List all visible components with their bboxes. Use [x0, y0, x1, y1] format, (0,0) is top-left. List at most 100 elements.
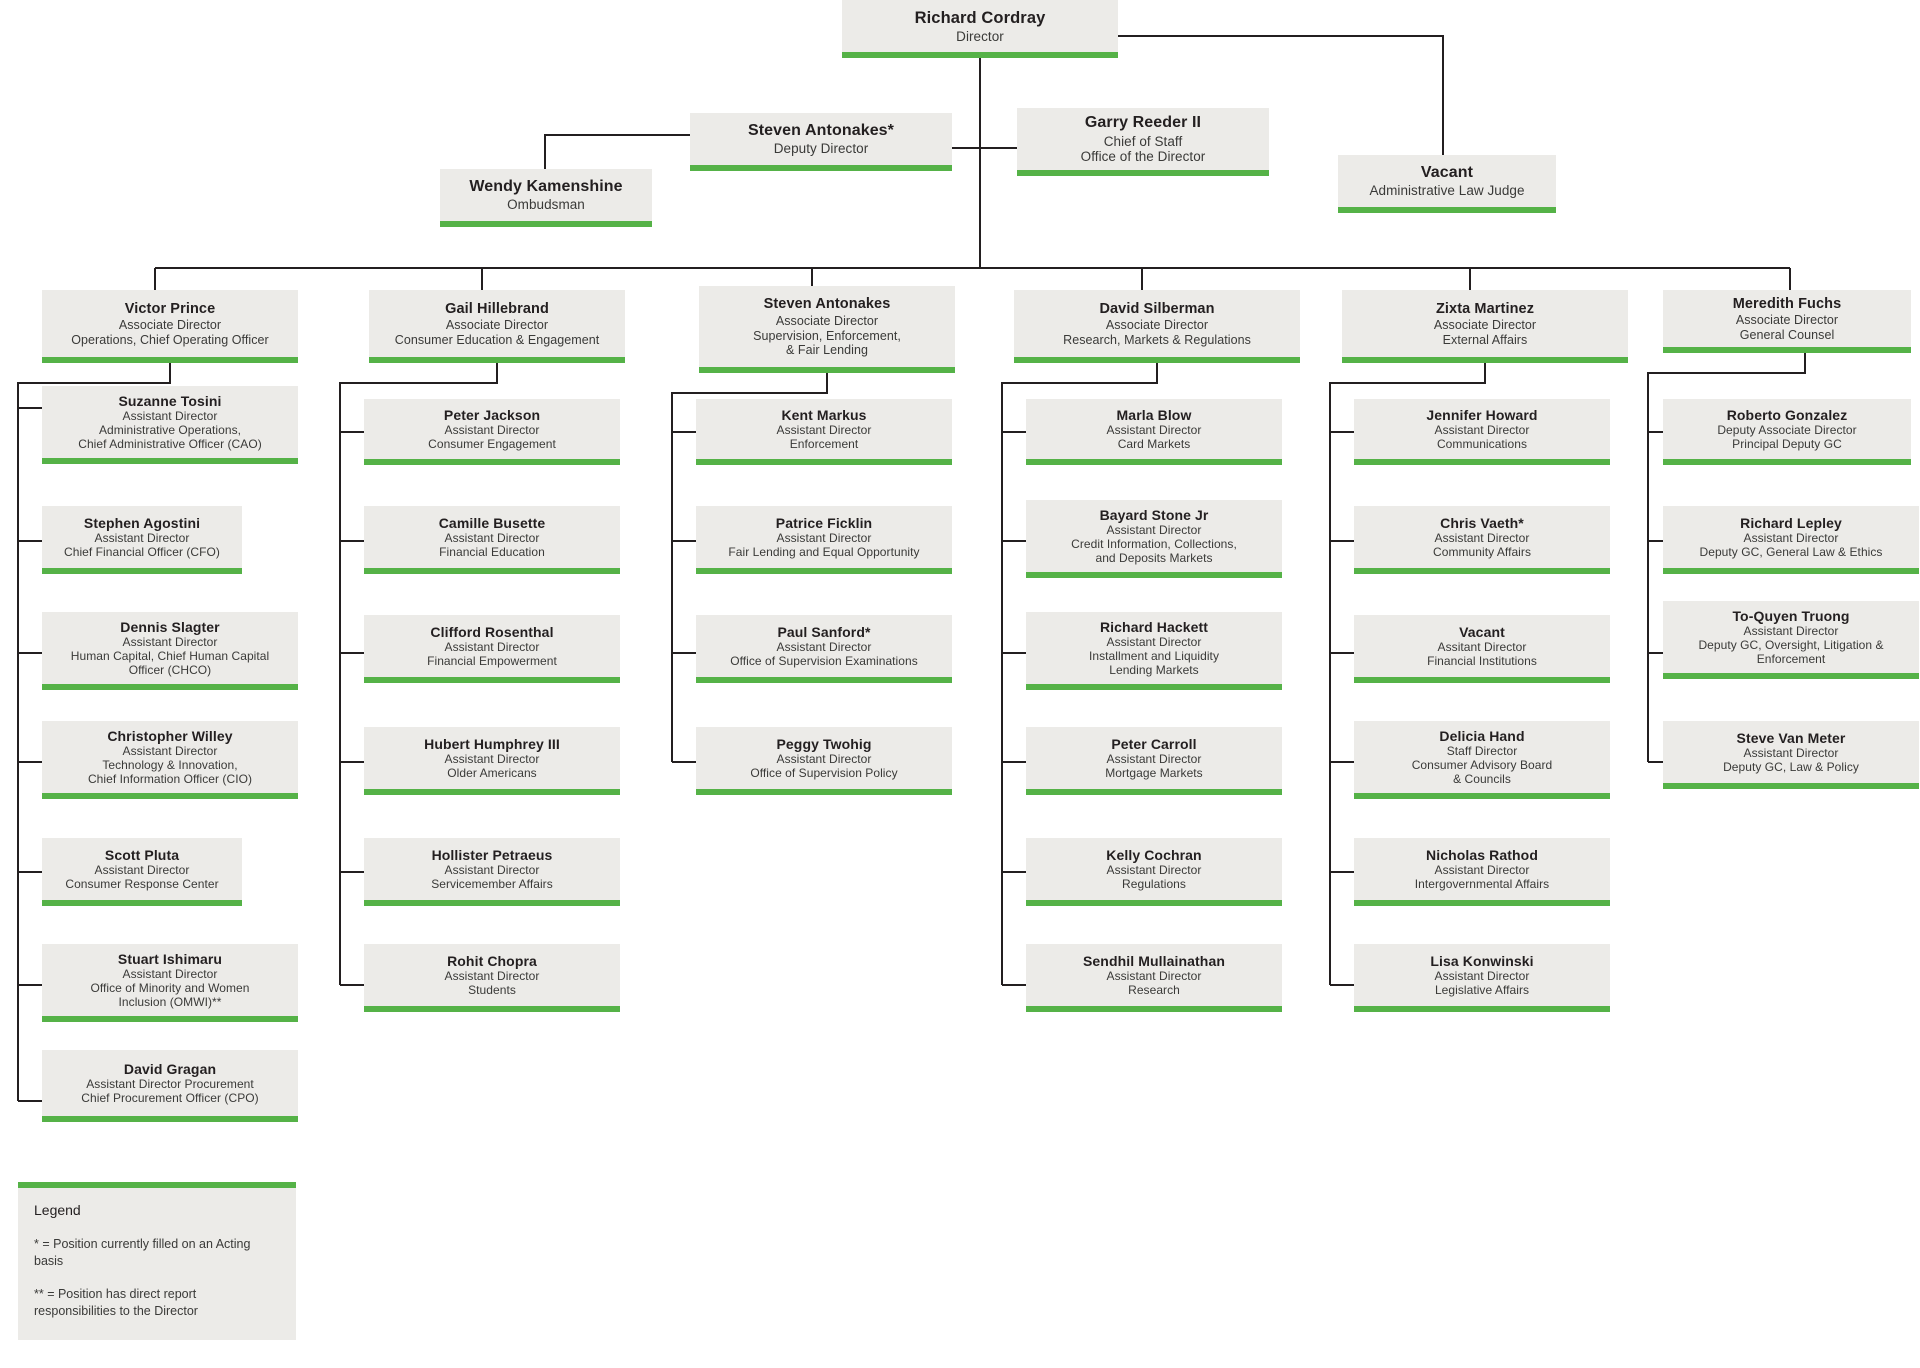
- node-report-consumer-education-2[interactable]: Clifford Rosenthal Assistant Director Fi…: [364, 615, 620, 683]
- node-org: Financial Institutions: [1427, 654, 1537, 669]
- node-report-general-counsel-3[interactable]: Steve Van Meter Assistant Director Deput…: [1663, 721, 1919, 789]
- node-report-research-markets-0[interactable]: Marla Blow Assistant Director Card Marke…: [1026, 399, 1282, 465]
- node-title: Assistant Director Procurement: [86, 1077, 254, 1092]
- node-report-consumer-education-5[interactable]: Rohit Chopra Assistant Director Students: [364, 944, 620, 1012]
- node-director[interactable]: Richard Cordray Director: [842, 0, 1118, 58]
- node-org-line2: Lending Markets: [1109, 663, 1199, 678]
- node-title: Ombudsman: [507, 197, 585, 213]
- node-name: Steve Van Meter: [1736, 729, 1846, 746]
- node-org: Research: [1128, 983, 1180, 998]
- node-report-external-affairs-0[interactable]: Jennifer Howard Assistant Director Commu…: [1354, 399, 1610, 465]
- node-division-head-research-markets[interactable]: David Silberman Associate Director Resea…: [1014, 290, 1300, 363]
- node-division-head-general-counsel[interactable]: Meredith Fuchs Associate Director Genera…: [1663, 290, 1911, 353]
- node-report-consumer-education-1[interactable]: Camille Busette Assistant Director Finan…: [364, 506, 620, 574]
- node-org: Regulations: [1122, 877, 1186, 892]
- node-report-external-affairs-4[interactable]: Nicholas Rathod Assistant Director Inter…: [1354, 838, 1610, 906]
- node-name: Peter Jackson: [443, 406, 541, 423]
- node-report-general-counsel-1[interactable]: Richard Lepley Assistant Director Deputy…: [1663, 506, 1919, 574]
- node-title: Assistant Director: [776, 531, 872, 546]
- node-org-line2: & Councils: [1453, 772, 1511, 787]
- node-name: Gail Hillebrand: [445, 300, 549, 317]
- org-chart-canvas: Richard Cordray Director Steven Antonake…: [0, 0, 1920, 1368]
- node-report-research-markets-2[interactable]: Richard Hackett Assistant Director Insta…: [1026, 612, 1282, 690]
- node-report-research-markets-5[interactable]: Sendhil Mullainathan Assistant Director …: [1026, 944, 1282, 1012]
- node-org-line2: & Fair Lending: [786, 343, 868, 358]
- node-title: Assistant Director: [1434, 969, 1530, 984]
- node-org: Deputy GC, Oversight, Litigation &: [1698, 638, 1884, 653]
- node-org-line2: Chief Information Officer (CIO): [87, 772, 253, 787]
- node-title: Assistant Director: [444, 969, 540, 984]
- node-org: Students: [468, 983, 516, 998]
- node-report-supervision-0[interactable]: Kent Markus Assistant Director Enforceme…: [696, 399, 952, 465]
- node-division-head-external-affairs[interactable]: Zixta Martinez Associate Director Extern…: [1342, 290, 1628, 363]
- node-report-research-markets-1[interactable]: Bayard Stone Jr Assistant Director Credi…: [1026, 500, 1282, 578]
- node-division-head-supervision[interactable]: Steven Antonakes Associate Director Supe…: [699, 286, 955, 373]
- node-report-general-counsel-0[interactable]: Roberto Gonzalez Deputy Associate Direct…: [1663, 399, 1911, 465]
- node-org: Deputy GC, General Law & Ethics: [1699, 545, 1883, 560]
- node-name: Delicia Hand: [1439, 728, 1525, 745]
- node-report-operations-1[interactable]: Stephen Agostini Assistant Director Chie…: [42, 506, 242, 574]
- node-org: Chief Financial Officer (CFO): [64, 545, 220, 560]
- node-report-consumer-education-0[interactable]: Peter Jackson Assistant Director Consume…: [364, 399, 620, 465]
- node-report-operations-2[interactable]: Dennis Slagter Assistant Director Human …: [42, 612, 298, 690]
- node-name: Suzanne Tosini: [118, 393, 222, 410]
- node-title: Assistant Director: [1106, 969, 1202, 984]
- node-name: Steven Antonakes: [763, 296, 891, 313]
- node-org: Deputy GC, Law & Policy: [1723, 760, 1859, 775]
- node-report-consumer-education-4[interactable]: Hollister Petraeus Assistant Director Se…: [364, 838, 620, 906]
- node-report-general-counsel-2[interactable]: To-Quyen Truong Assistant Director Deput…: [1663, 601, 1919, 679]
- node-ombudsman[interactable]: Wendy Kamenshine Ombudsman: [440, 169, 652, 227]
- node-name: David Gragan: [123, 1060, 217, 1077]
- node-report-supervision-2[interactable]: Paul Sanford* Assistant Director Office …: [696, 615, 952, 683]
- node-report-consumer-education-3[interactable]: Hubert Humphrey III Assistant Director O…: [364, 727, 620, 795]
- node-name: Christopher Willey: [107, 728, 233, 745]
- node-report-external-affairs-5[interactable]: Lisa Konwinski Assistant Director Legisl…: [1354, 944, 1610, 1012]
- node-report-external-affairs-3[interactable]: Delicia Hand Staff Director Consumer Adv…: [1354, 721, 1610, 799]
- node-org: Consumer Advisory Board: [1411, 758, 1553, 773]
- node-name: Richard Lepley: [1740, 514, 1842, 531]
- node-title: Assistant Director: [1434, 531, 1530, 546]
- node-report-supervision-3[interactable]: Peggy Twohig Assistant Director Office o…: [696, 727, 952, 795]
- node-org: Operations, Chief Operating Officer: [71, 332, 269, 347]
- node-org: Community Affairs: [1433, 545, 1531, 560]
- node-report-operations-0[interactable]: Suzanne Tosini Assistant Director Admini…: [42, 386, 298, 464]
- node-org: Administrative Operations,: [98, 423, 242, 438]
- node-report-research-markets-3[interactable]: Peter Carroll Assistant Director Mortgag…: [1026, 727, 1282, 795]
- node-title: Associate Director: [1433, 318, 1537, 333]
- node-org: Office of Supervision Examinations: [730, 654, 918, 669]
- node-name: Hollister Petraeus: [431, 846, 553, 863]
- node-report-external-affairs-1[interactable]: Chris Vaeth* Assistant Director Communit…: [1354, 506, 1610, 574]
- node-org: Human Capital, Chief Human Capital: [70, 649, 270, 664]
- node-org: Chief Procurement Officer (CPO): [81, 1091, 259, 1106]
- node-report-operations-3[interactable]: Christopher Willey Assistant Director Te…: [42, 721, 298, 799]
- node-report-operations-6[interactable]: David Gragan Assistant Director Procurem…: [42, 1050, 298, 1122]
- node-org: Fair Lending and Equal Opportunity: [728, 545, 920, 560]
- node-org: Older Americans: [447, 766, 537, 781]
- node-title: Associate Director: [445, 318, 549, 333]
- node-title: Administrative Law Judge: [1369, 183, 1525, 199]
- node-name: Vacant: [1459, 623, 1505, 640]
- node-name: Richard Cordray: [914, 8, 1046, 27]
- node-title: Assistant Director: [1106, 863, 1202, 878]
- node-division-head-operations[interactable]: Victor Prince Associate Director Operati…: [42, 290, 298, 363]
- node-title: Director: [956, 28, 1004, 44]
- node-name: Scott Pluta: [104, 846, 180, 863]
- node-org-line2: and Deposits Markets: [1095, 551, 1213, 566]
- node-title: Chief of Staff: [1103, 133, 1183, 149]
- node-name: Peggy Twohig: [776, 735, 872, 752]
- node-org: Mortgage Markets: [1105, 766, 1203, 781]
- node-administrative-law-judge[interactable]: Vacant Administrative Law Judge: [1338, 155, 1556, 213]
- node-name: Nicholas Rathod: [1426, 846, 1538, 863]
- node-title: Deputy Director: [773, 141, 869, 157]
- node-report-operations-5[interactable]: Stuart Ishimaru Assistant Director Offic…: [42, 944, 298, 1022]
- node-title: Staff Director: [1446, 744, 1518, 759]
- node-report-external-affairs-2[interactable]: Vacant Assitant Director Financial Insti…: [1354, 615, 1610, 683]
- node-report-supervision-1[interactable]: Patrice Ficklin Assistant Director Fair …: [696, 506, 952, 574]
- node-report-research-markets-4[interactable]: Kelly Cochran Assistant Director Regulat…: [1026, 838, 1282, 906]
- node-report-operations-4[interactable]: Scott Pluta Assistant Director Consumer …: [42, 838, 242, 906]
- node-deputy-director[interactable]: Steven Antonakes* Deputy Director: [690, 113, 952, 171]
- node-name: To-Quyen Truong: [1732, 608, 1850, 625]
- node-division-head-consumer-education[interactable]: Gail Hillebrand Associate Director Consu…: [369, 290, 625, 363]
- node-chief-of-staff[interactable]: Garry Reeder II Chief of Staff Office of…: [1017, 108, 1269, 176]
- legend-box: Legend * = Position currently filled on …: [18, 1182, 296, 1340]
